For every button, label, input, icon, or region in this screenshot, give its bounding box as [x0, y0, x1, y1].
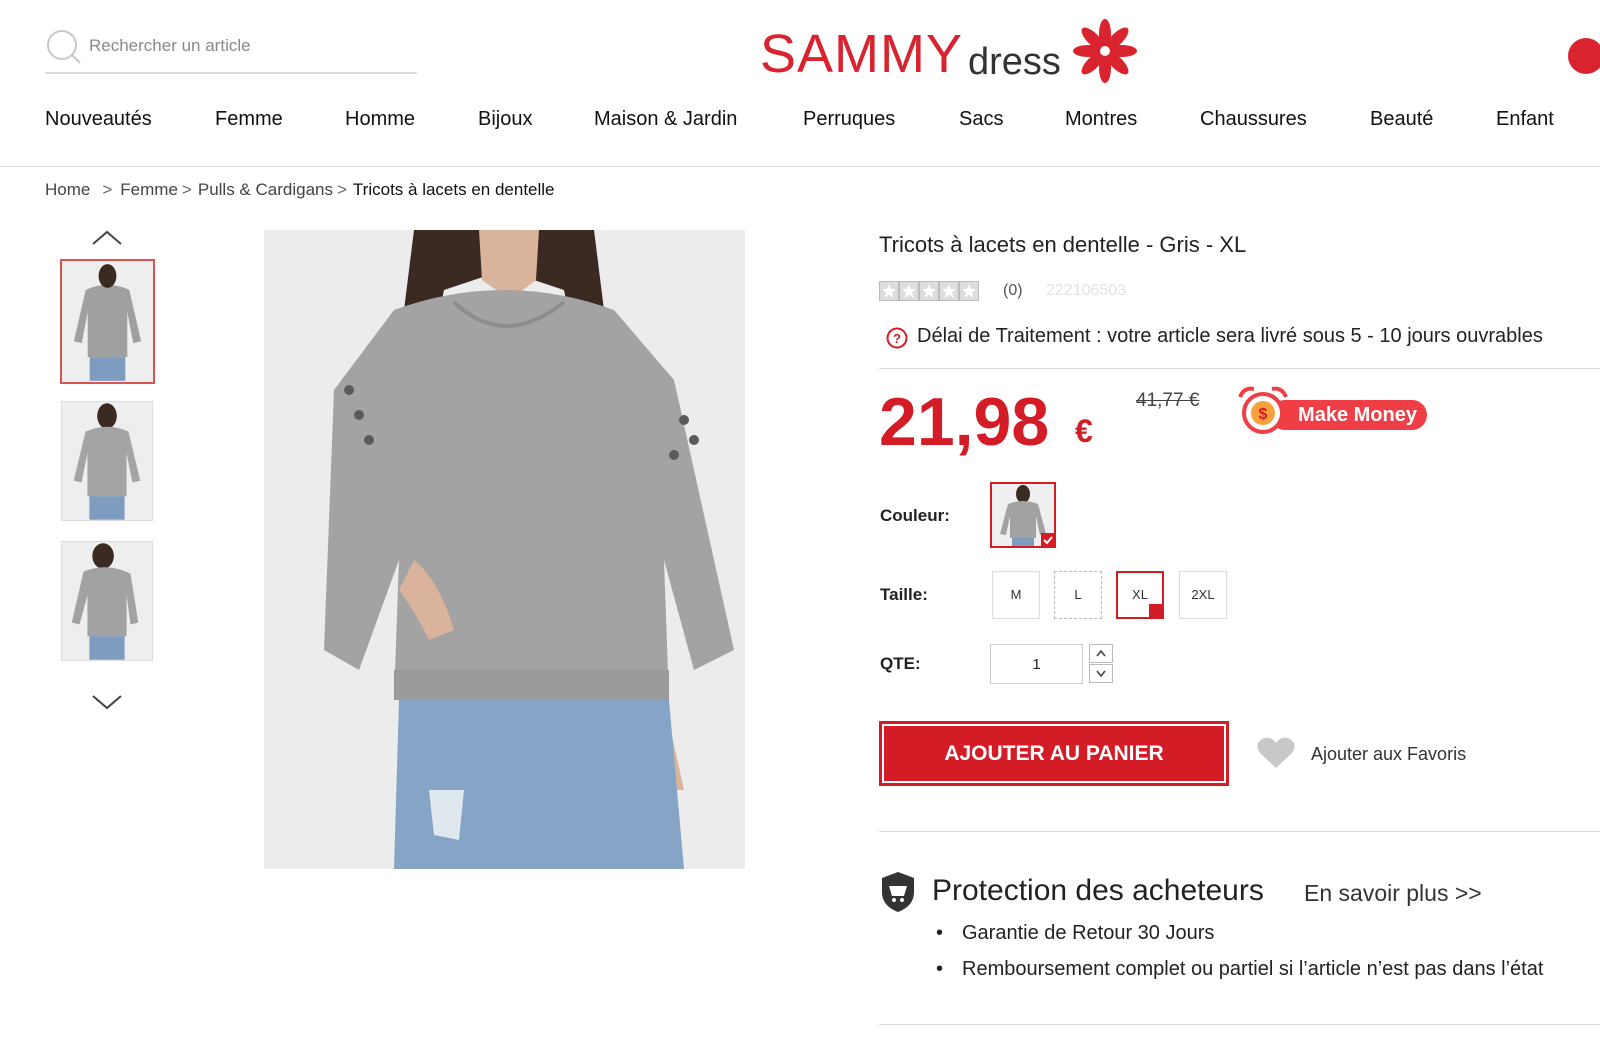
buyer-protection-title: Protection des acheteurs: [932, 874, 1264, 907]
divider: [879, 368, 1600, 369]
price-currency: €: [1075, 413, 1093, 449]
product-sku: 222106503: [1046, 282, 1127, 299]
product-title: Tricots à lacets en dentelle - Gris - XL: [879, 232, 1247, 257]
breadcrumb-femme[interactable]: Femme: [120, 180, 178, 199]
question-icon[interactable]: ?: [886, 327, 908, 349]
nav-item-sacs[interactable]: Sacs: [959, 108, 1003, 131]
alarm-clock-icon: $: [1238, 386, 1288, 434]
size-option-m[interactable]: M: [992, 571, 1040, 619]
nav-item-chaussures[interactable]: Chaussures: [1200, 108, 1307, 131]
nav-item-bijoux[interactable]: Bijoux: [478, 108, 532, 131]
search-bar[interactable]: [45, 26, 417, 74]
star-icon: [879, 281, 899, 301]
nav-item-montres[interactable]: Montres: [1065, 108, 1137, 131]
check-icon: [1149, 604, 1163, 628]
nav-item-maison-jardin[interactable]: Maison & Jardin: [594, 108, 737, 131]
shield-cart-icon: [882, 872, 914, 912]
nav-item-beaute[interactable]: Beauté: [1370, 108, 1433, 131]
divider: [879, 831, 1600, 832]
breadcrumb-separator: >: [102, 180, 113, 199]
rating-stars[interactable]: [879, 281, 979, 303]
heart-icon[interactable]: [1256, 736, 1296, 770]
product-photo: [264, 230, 745, 869]
svg-text:$: $: [1259, 406, 1268, 423]
product-main-image[interactable]: [264, 230, 745, 869]
current-price: 21,98: [879, 384, 1050, 460]
cart-icon[interactable]: [1560, 36, 1600, 76]
divider: [879, 1024, 1600, 1025]
nav-item-homme[interactable]: Homme: [345, 108, 415, 131]
protection-bullet: Remboursement complet ou partiel si l’ar…: [936, 958, 1544, 981]
thumbnail-image: [62, 542, 152, 660]
size-option-xl-label: XL: [1132, 587, 1148, 602]
chevron-down-icon: [1096, 670, 1106, 678]
size-option-xl[interactable]: XL: [1116, 571, 1164, 628]
search-icon[interactable]: [45, 28, 81, 64]
check-icon: [1041, 533, 1054, 546]
size-label: Taille:: [880, 585, 928, 604]
protection-bullet-text: Remboursement complet ou partiel si l’ar…: [962, 958, 1544, 980]
protection-bullet-text: Garantie de Retour 30 Jours: [962, 922, 1215, 944]
thumbnail-image: [62, 402, 152, 520]
quantity-increase-button[interactable]: [1089, 644, 1113, 663]
breadcrumb-current: Tricots à lacets en dentelle: [352, 180, 555, 199]
nav-item-perruques[interactable]: Perruques: [803, 108, 895, 131]
thumbnail-2[interactable]: [61, 401, 153, 521]
thumbnail-1[interactable]: [60, 259, 155, 384]
thumbnail-3[interactable]: [61, 541, 153, 661]
breadcrumb-separator: >: [181, 180, 192, 199]
star-icon: [919, 281, 939, 301]
nav-item-femme[interactable]: Femme: [215, 108, 283, 131]
flower-logo-icon: [1073, 19, 1137, 83]
make-money-button[interactable]: Make Money $: [1234, 385, 1430, 435]
logo-text-secondary: dress: [968, 41, 1061, 83]
breadcrumb-separator: >: [336, 180, 347, 199]
breadcrumb-home[interactable]: Home: [45, 180, 90, 199]
svg-text:?: ?: [893, 331, 901, 346]
make-money-label: Make Money: [1270, 400, 1427, 430]
processing-delay-text: Délai de Traitement : votre article sera…: [917, 325, 1543, 347]
star-icon: [939, 281, 959, 301]
star-icon: [899, 281, 919, 301]
star-icon: [959, 281, 979, 301]
brand-logo[interactable]: SAMMY dress: [760, 18, 1140, 88]
review-count[interactable]: (0): [1003, 282, 1023, 300]
add-to-cart-label: AJOUTER AU PANIER: [882, 724, 1226, 783]
chevron-up-icon[interactable]: [90, 228, 124, 248]
breadcrumb-pulls-cardigans[interactable]: Pulls & Cardigans: [198, 180, 333, 199]
color-label: Couleur:: [880, 506, 950, 525]
color-swatch-gris[interactable]: [990, 482, 1056, 548]
size-option-2xl[interactable]: 2XL: [1179, 571, 1227, 619]
size-option-l[interactable]: L: [1054, 571, 1102, 619]
add-to-favorites-link[interactable]: Ajouter aux Favoris: [1311, 744, 1466, 765]
add-to-cart-button[interactable]: AJOUTER AU PANIER: [879, 721, 1229, 786]
chevron-down-icon[interactable]: [90, 692, 124, 712]
protection-bullet: Garantie de Retour 30 Jours: [936, 922, 1215, 945]
chevron-up-icon: [1096, 649, 1106, 657]
nav-item-nouveautes[interactable]: Nouveautés: [45, 108, 152, 131]
thumbnail-image: [62, 262, 153, 381]
nav-item-enfant[interactable]: Enfant: [1496, 108, 1554, 131]
old-price: 41,77 €: [1136, 390, 1200, 411]
quantity-input[interactable]: [990, 644, 1083, 684]
quantity-label: QTE:: [880, 654, 921, 673]
learn-more-link[interactable]: En savoir plus >>: [1304, 880, 1482, 907]
header-divider: [0, 166, 1600, 167]
search-input[interactable]: [89, 34, 409, 58]
logo-text-primary: SAMMY: [760, 24, 964, 84]
breadcrumb: Home > Femme > Pulls & Cardigans > Tricots à l…: [45, 180, 555, 200]
quantity-decrease-button[interactable]: [1089, 664, 1113, 683]
